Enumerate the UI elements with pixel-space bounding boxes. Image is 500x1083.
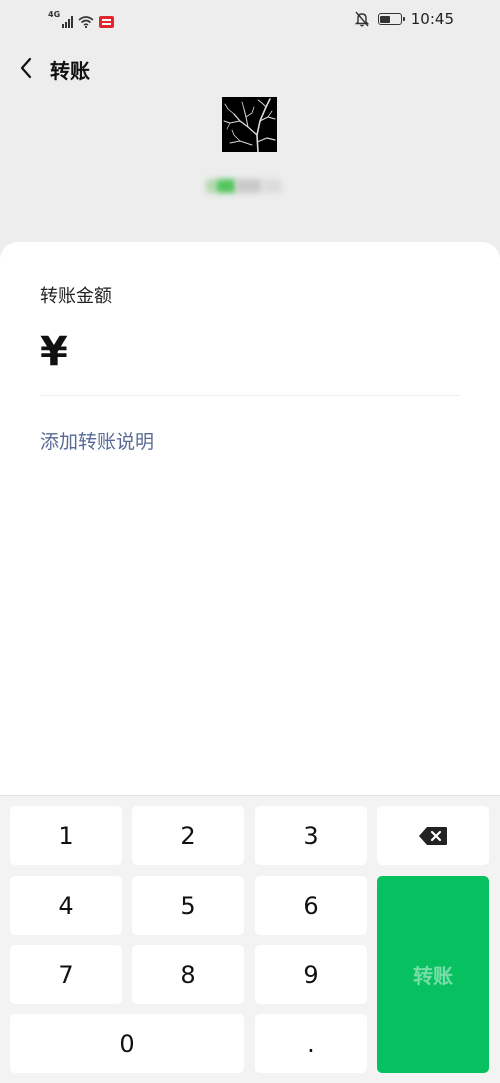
amount-input[interactable]: ¥	[40, 330, 76, 374]
currency-symbol: ¥	[40, 329, 68, 375]
transfer-submit-button[interactable]: 转账	[377, 876, 489, 1073]
chevron-left-icon	[20, 57, 32, 79]
key-5[interactable]: 5	[132, 876, 244, 935]
network-type: 4G	[48, 10, 61, 19]
key-8[interactable]: 8	[132, 945, 244, 1004]
battery-icon	[377, 13, 405, 25]
status-right: 10:45	[354, 9, 454, 29]
recipient-name-blurred	[206, 173, 294, 199]
bare-tree-branches-image	[222, 97, 277, 152]
key-4[interactable]: 4	[10, 876, 122, 935]
key-3[interactable]: 3	[255, 806, 367, 865]
page-title: 转账	[50, 59, 90, 83]
key-2[interactable]: 2	[132, 806, 244, 865]
news-app-icon	[99, 16, 115, 28]
wifi-icon	[78, 16, 94, 28]
key-0[interactable]: 0	[10, 1014, 244, 1073]
status-left: 4G	[48, 10, 115, 28]
back-button[interactable]	[10, 52, 42, 84]
transfer-submit-label: 转账	[413, 964, 453, 988]
signal-icon	[62, 16, 74, 28]
transfer-card: 转账金额 ¥ 添加转账说明	[0, 242, 500, 795]
mute-bell-icon	[354, 11, 369, 27]
amount-label: 转账金额	[40, 286, 112, 307]
add-note-link[interactable]: 添加转账说明	[40, 427, 154, 454]
backspace-icon	[419, 826, 447, 845]
backspace-key[interactable]	[377, 806, 489, 865]
numeric-keypad: 1 2 3 4 5 6 7 8 9 0 . 转账	[0, 795, 500, 1083]
key-6[interactable]: 6	[255, 876, 367, 935]
key-1[interactable]: 1	[10, 806, 122, 865]
clock: 10:45	[410, 10, 454, 28]
key-7[interactable]: 7	[10, 945, 122, 1004]
status-bar: 4G 10:45	[0, 0, 500, 40]
divider	[40, 395, 460, 396]
key-9[interactable]: 9	[255, 945, 367, 1004]
nav-header: 转账	[0, 44, 500, 92]
recipient-avatar	[222, 97, 277, 152]
key-dot[interactable]: .	[255, 1014, 367, 1073]
